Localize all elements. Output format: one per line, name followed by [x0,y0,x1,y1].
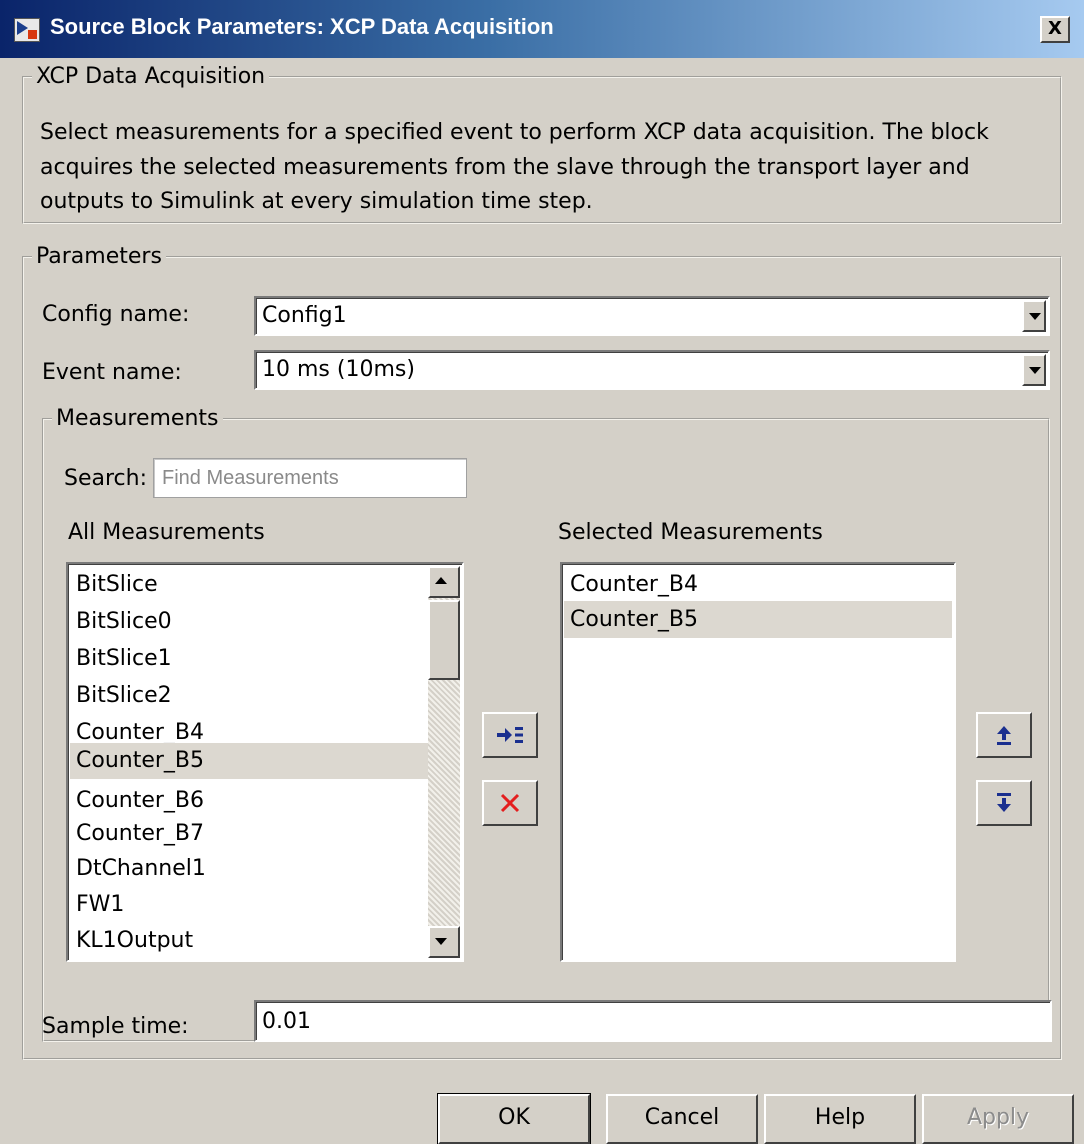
chevron-down-icon [1029,313,1041,320]
sample-time-label: Sample time: [42,1014,189,1039]
move-up-button[interactable] [976,712,1032,758]
list-item-bitslice[interactable]: BitSlice [70,566,430,603]
move-up-icon [997,726,1011,745]
move-down-button[interactable] [976,780,1032,826]
list-item-counter-b7[interactable]: Counter_B7 [70,815,430,852]
list-item-bitslice1[interactable]: BitSlice1 [70,640,430,677]
arrow-down-icon [435,938,447,945]
window-title: Source Block Parameters: XCP Data Acquis… [50,14,554,39]
list-item-fw1[interactable]: FW1 [70,886,430,923]
event-name-dropdown[interactable]: 10 ms (10ms) [254,350,1050,390]
search-input[interactable] [153,458,467,498]
event-name-dropdown-button[interactable] [1022,354,1046,386]
cancel-button[interactable]: Cancel [606,1094,758,1144]
simulink-block-icon [14,18,40,42]
list-item-kl1output[interactable]: KL1Output [70,922,430,959]
chevron-down-icon [1029,367,1041,374]
move-down-icon [997,793,1011,812]
scroll-thumb[interactable] [428,600,460,680]
search-label: Search: [64,466,147,491]
ok-button[interactable]: OK [437,1093,591,1144]
config-name-label: Config name: [42,302,190,327]
selected-measurements-label: Selected Measurements [558,520,823,545]
list-item-bitslice0[interactable]: BitSlice0 [70,603,430,640]
all-measurements-list[interactable]: BitSlice BitSlice0 BitSlice1 BitSlice2 C… [66,562,464,962]
event-name-label: Event name: [42,360,182,385]
close-button[interactable]: X [1040,16,1070,43]
add-measurement-button[interactable] [482,712,538,758]
scroll-up-button[interactable] [428,566,460,598]
list-item-counter-b5[interactable]: Counter_B5 [70,743,430,779]
scroll-down-button[interactable] [428,926,460,958]
event-name-value: 10 ms (10ms) [262,357,415,382]
add-measurement-icon [497,727,523,743]
arrow-up-icon [435,577,447,584]
config-name-dropdown-button[interactable] [1022,300,1046,332]
apply-button: Apply [922,1094,1074,1144]
all-measurements-label: All Measurements [68,520,265,545]
block-description: Select measurements for a specified even… [40,120,989,214]
parameters-group-title: Parameters [36,244,162,269]
help-button[interactable]: Help [764,1094,916,1144]
title-bar[interactable]: Source Block Parameters: XCP Data Acquis… [0,0,1084,58]
sample-time-input[interactable] [254,1000,1052,1042]
remove-measurement-button[interactable] [482,780,538,826]
list-item-bitslice2[interactable]: BitSlice2 [70,677,430,714]
list-item-dtchannel1[interactable]: DtChannel1 [70,850,430,887]
description-group-title: XCP Data Acquisition [36,64,266,89]
list-item-counter-b6[interactable]: Counter_B6 [70,782,430,819]
selected-item-counter-b5[interactable]: Counter_B5 [564,601,952,638]
selected-item-counter-b4[interactable]: Counter_B4 [564,566,952,603]
remove-measurement-icon [500,793,520,813]
config-name-dropdown[interactable]: Config1 [254,296,1050,336]
selected-measurements-list[interactable]: Counter_B4 Counter_B5 [560,562,956,962]
all-measurements-scrollbar[interactable] [428,566,460,958]
measurements-group-title: Measurements [56,406,219,431]
config-name-value: Config1 [262,303,347,328]
